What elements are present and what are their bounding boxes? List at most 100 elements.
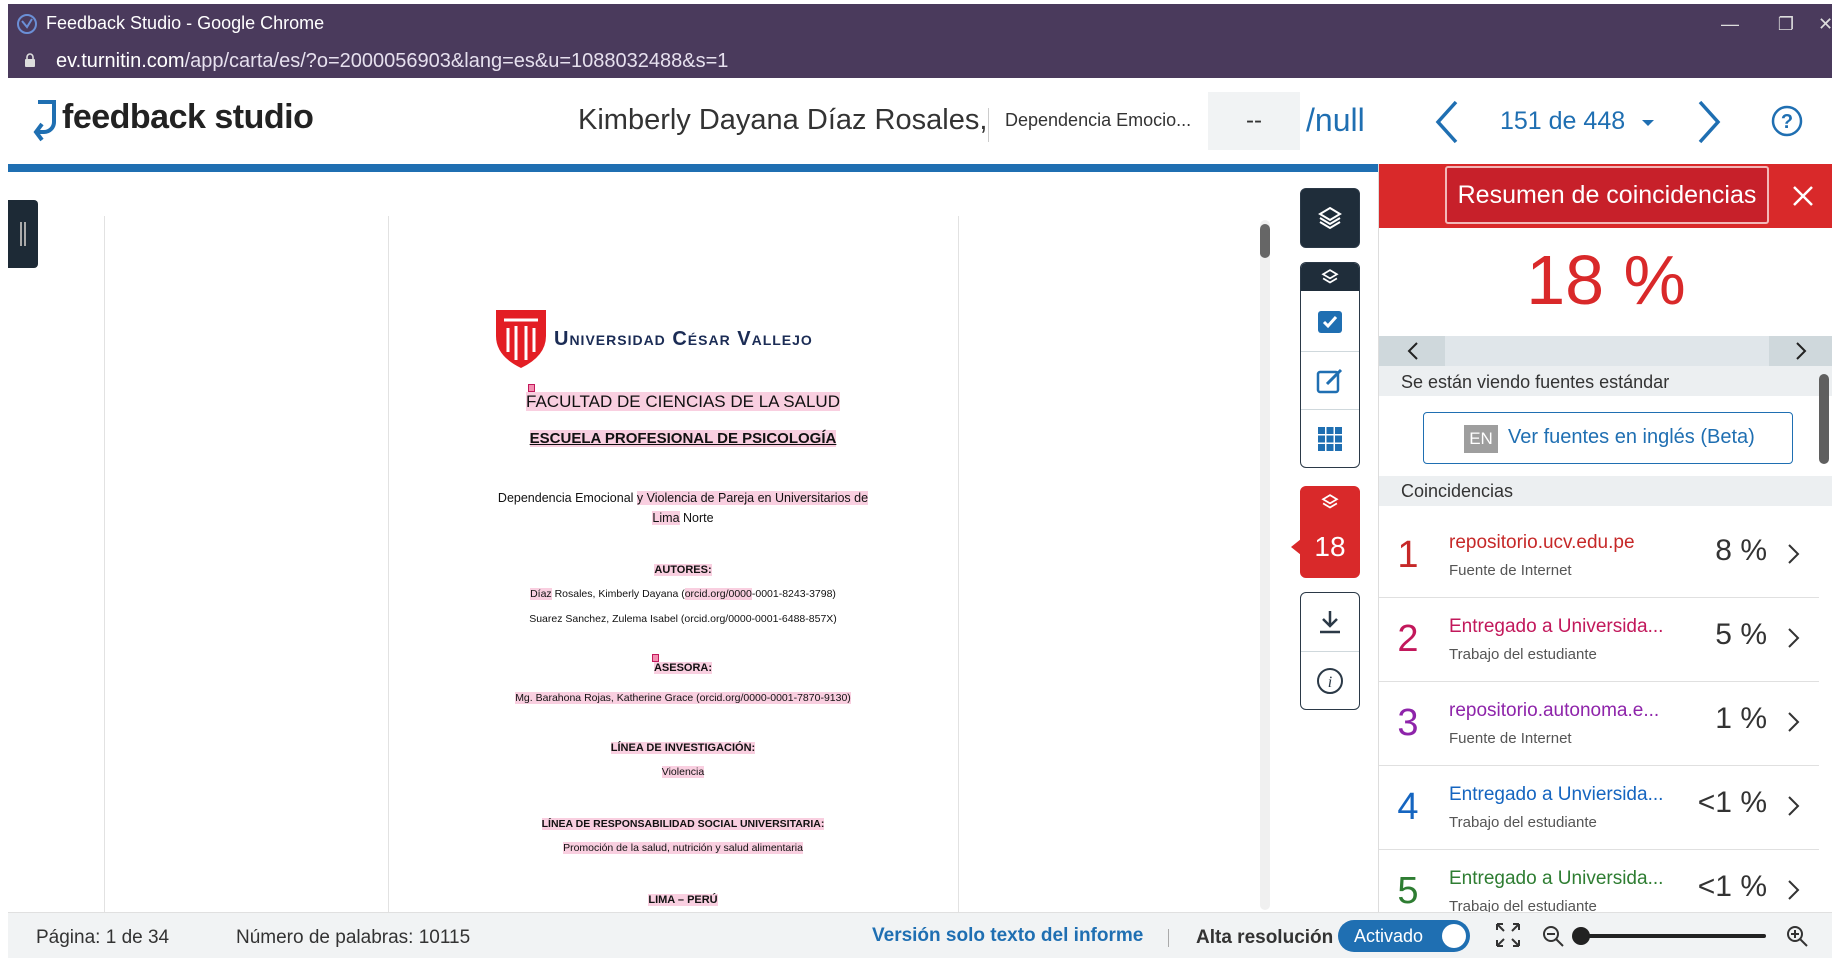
panel-scrollbar[interactable] — [1819, 374, 1829, 914]
match-count-badge: 18 — [1314, 531, 1346, 562]
quickmark-button[interactable] — [1301, 293, 1359, 351]
download-button[interactable] — [1301, 593, 1359, 651]
author-1: Díaz Rosales, Kimberly Dayana (orcid.org… — [388, 588, 978, 600]
next-paper-icon[interactable] — [1688, 94, 1728, 150]
header-accent-line — [8, 164, 1378, 172]
view-english-sources-button[interactable]: EN Ver fuentes en inglés (Beta) — [1423, 412, 1793, 464]
chevron-right-icon[interactable] — [1783, 878, 1803, 902]
toggle-label: Activado — [1354, 926, 1424, 946]
panel-scrollbar-thumb[interactable] — [1819, 374, 1829, 464]
match-source-name[interactable]: Entregado a Universida... — [1449, 868, 1679, 890]
match-source-type: Trabajo del estudiante — [1449, 646, 1597, 663]
source-navigation — [1379, 336, 1832, 366]
footer-divider — [1168, 929, 1169, 947]
matches-heading: Coincidencias — [1401, 481, 1514, 501]
app-header: feedback studio Kimberly Dayana Díaz Ros… — [8, 78, 1832, 164]
match-source-type: Trabajo del estudiante — [1449, 814, 1597, 831]
header-divider — [988, 108, 989, 142]
layers-icon — [1321, 494, 1339, 509]
paper-title[interactable]: Dependencia Emocio... — [1005, 110, 1191, 131]
similarity-button[interactable]: 18 — [1291, 486, 1360, 578]
faculty-line: FACULTAD DE CIENCIAS DE LA SALUD — [388, 384, 978, 412]
rubric-button[interactable] — [1301, 409, 1359, 467]
document-scrollbar-thumb[interactable] — [1260, 224, 1270, 258]
toggle-knob — [1442, 924, 1466, 948]
match-number: 2 — [1397, 618, 1419, 660]
layers-icon-wrap — [1301, 189, 1359, 247]
chevron-right-icon[interactable] — [1791, 341, 1811, 361]
grade-input[interactable]: -- — [1208, 92, 1300, 150]
match-row[interactable]: 5 Entregado a Universida... Trabajo del es… — [1379, 850, 1819, 914]
en-badge: EN — [1464, 425, 1498, 453]
feedback-summary-button[interactable] — [1301, 351, 1359, 409]
match-number: 5 — [1397, 870, 1419, 912]
match-row[interactable]: 1 repositorio.ucv.edu.pe Fuente de Interne… — [1379, 514, 1819, 598]
research-text: Violencia — [661, 766, 705, 778]
match-source-name[interactable]: Entregado a Universida... — [1449, 616, 1679, 638]
match-row[interactable]: 3 repositorio.autonoma.e... Fuente de Inte… — [1379, 682, 1819, 766]
fit-page-icon[interactable] — [1494, 921, 1522, 949]
match-percentage: <1 % — [1697, 870, 1767, 903]
match-marker-icon[interactable] — [652, 654, 659, 662]
chevron-right-icon[interactable] — [1783, 710, 1803, 734]
research-heading-text: LÍNEA DE INVESTIGACIÓN: — [610, 742, 756, 754]
lock-icon — [25, 53, 35, 67]
advisor-heading: ASESORA: — [388, 654, 978, 674]
close-icon[interactable] — [1787, 180, 1819, 212]
chevron-right-icon[interactable] — [1783, 626, 1803, 650]
chevron-right-icon[interactable] — [1783, 794, 1803, 818]
match-source-name[interactable]: Entregado a Unviersida... — [1449, 784, 1679, 806]
info-button[interactable]: i — [1301, 651, 1359, 709]
match-number: 4 — [1397, 786, 1419, 828]
document-scrollbar[interactable] — [1260, 220, 1270, 910]
layers-button[interactable] — [1300, 188, 1360, 248]
previous-paper-icon[interactable] — [1428, 94, 1468, 150]
zoom-out-icon[interactable] — [1540, 923, 1566, 949]
document-viewer[interactable]: Universidad César Vallejo FACULTAD DE CI… — [8, 172, 1270, 916]
address-bar[interactable]: ev.turnitin.com/app/carta/es/?o=20000569… — [8, 44, 1832, 78]
match-source-name[interactable]: repositorio.ucv.edu.pe — [1449, 532, 1679, 554]
status-footer: Página: 1 de 34 Número de palabras: 1011… — [8, 912, 1832, 958]
match-row[interactable]: 2 Entregado a Universida... Trabajo del es… — [1379, 598, 1819, 682]
document-page: Universidad César Vallejo FACULTAD DE CI… — [388, 172, 978, 912]
close-window-button[interactable]: ✕ — [1818, 8, 1832, 40]
author-2: Suarez Sanchez, Zulema Isabel (orcid.org… — [529, 613, 837, 625]
url-path: /app/carta/es/?o=2000056903&lang=es&u=10… — [184, 50, 729, 72]
match-row[interactable]: 4 Entregado a Unviersida... Trabajo del es… — [1379, 766, 1819, 850]
zoom-in-icon[interactable] — [1784, 923, 1810, 949]
active-pointer — [1291, 539, 1301, 555]
zoom-slider-handle[interactable] — [1572, 927, 1590, 945]
paper-index-dropdown[interactable]: 151 de 448 — [1500, 107, 1625, 136]
app-logo-text: feedback studio — [62, 98, 314, 136]
text-only-report-link[interactable]: Versión solo texto del informe — [872, 925, 1143, 947]
match-source-name[interactable]: repositorio.autonoma.e... — [1449, 700, 1679, 722]
layers-icon — [1318, 206, 1342, 230]
chevron-down-icon[interactable] — [1642, 120, 1654, 126]
match-source-type: Fuente de Internet — [1449, 562, 1572, 579]
side-panel-toggle[interactable] — [8, 200, 38, 268]
restore-button[interactable]: ❐ — [1766, 8, 1806, 40]
url-text[interactable]: ev.turnitin.com/app/carta/es/?o=20000569… — [56, 50, 728, 73]
match-marker-icon[interactable] — [528, 384, 535, 392]
minimize-button[interactable]: — — [1710, 8, 1750, 40]
file-tools-group: i — [1300, 592, 1360, 710]
grip-icon — [20, 222, 22, 246]
word-count: Número de palabras: 10115 — [236, 927, 471, 948]
match-percentage: 1 % — [1715, 702, 1767, 735]
school-line: ESCUELA PROFESIONAL DE PSICOLOGÍA — [388, 430, 978, 447]
edit-icon — [1316, 368, 1343, 393]
grading-layer-header[interactable] — [1301, 263, 1359, 291]
similarity-score: 18 % — [1526, 241, 1686, 319]
chevron-right-icon[interactable] — [1783, 542, 1803, 566]
advisor-heading-text: ASESORA: — [653, 662, 713, 674]
advisor-line: Mg. Barahona Rojas, Katherine Grace (orc… — [388, 692, 978, 704]
chevron-left-icon[interactable] — [1403, 341, 1423, 361]
help-icon[interactable]: ? — [1770, 104, 1804, 138]
match-overview-panel: Resumen de coincidencias 18 % Se están v… — [1378, 164, 1832, 914]
high-res-toggle[interactable]: Activado — [1338, 920, 1470, 952]
zoom-slider[interactable] — [1572, 927, 1766, 945]
matches-heading-bar: Coincidencias — [1379, 476, 1832, 506]
match-number: 3 — [1397, 702, 1419, 744]
title-part-d: Norte — [679, 511, 714, 525]
panel-title: Resumen de coincidencias — [1445, 166, 1769, 224]
